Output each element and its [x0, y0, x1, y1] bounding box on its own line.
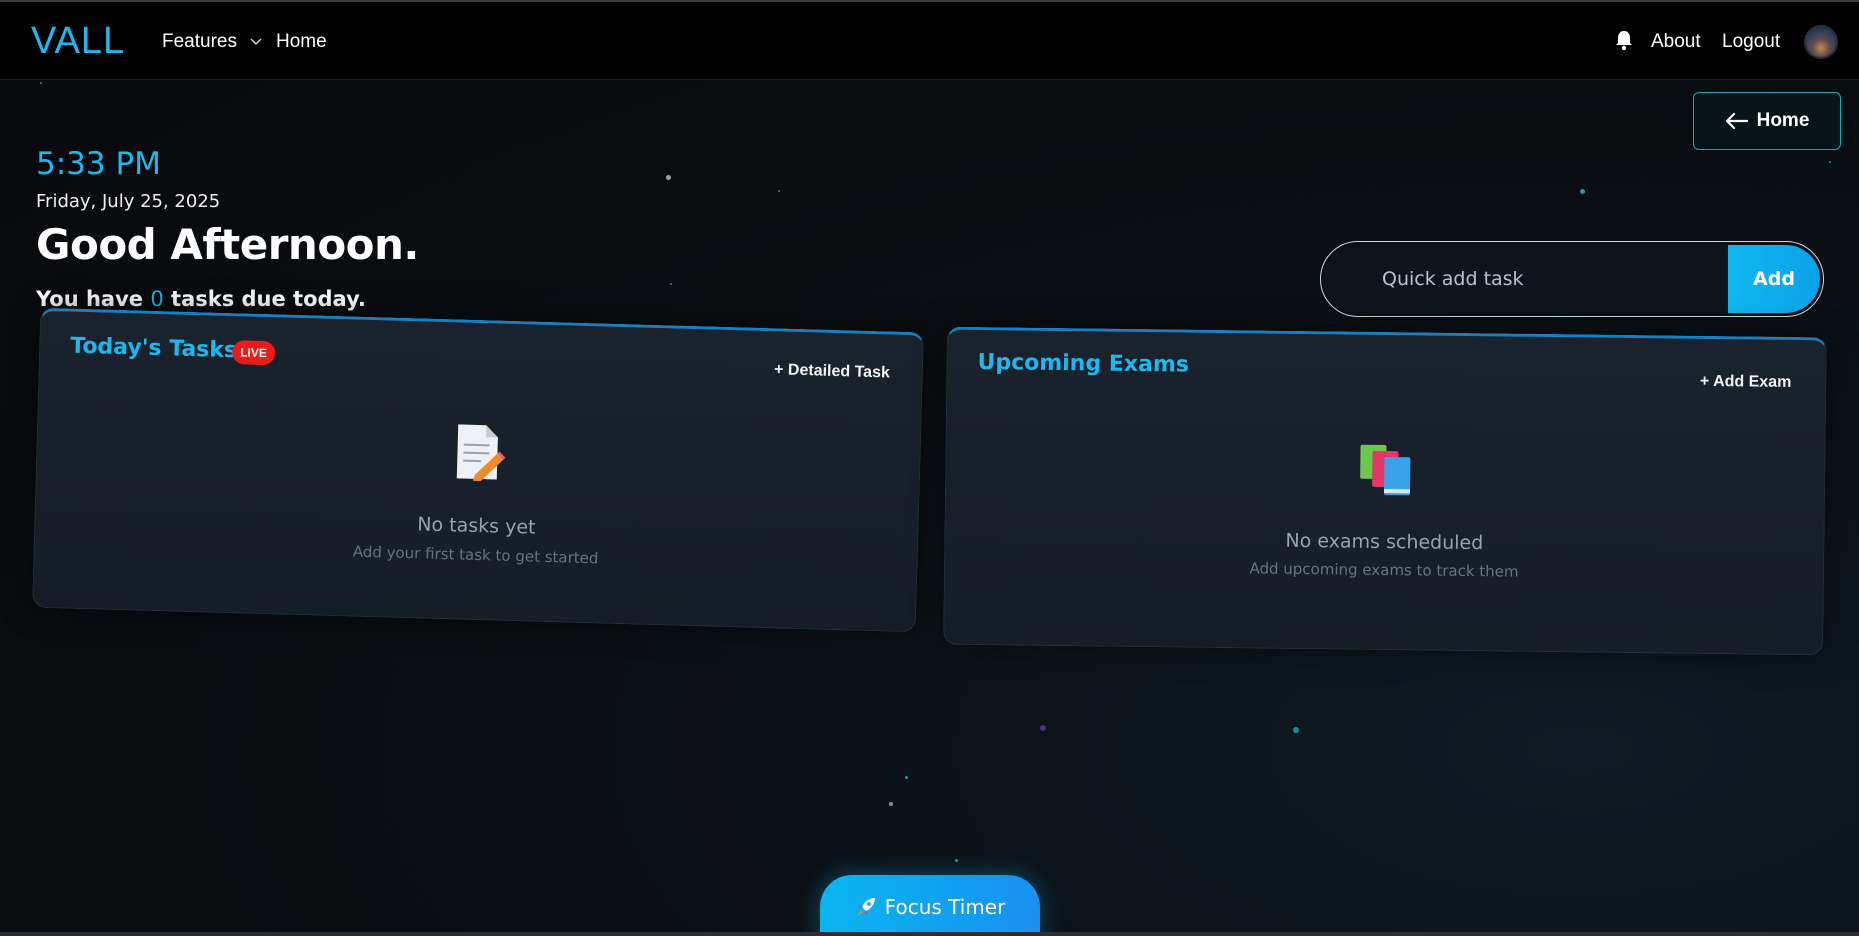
quick-add-button[interactable]: Add — [1728, 245, 1820, 313]
memo-icon — [456, 424, 506, 482]
particle — [1580, 189, 1585, 194]
back-home-button[interactable]: Home — [1693, 92, 1841, 150]
nav-about[interactable]: About — [1651, 31, 1701, 53]
window-bottom-border — [0, 932, 1859, 936]
due-suffix: tasks due today. — [171, 287, 366, 311]
current-time: 5:33 PM — [36, 146, 161, 182]
tasks-due-summary: You have 0 tasks due today. — [36, 287, 366, 311]
nav-home[interactable]: Home — [276, 31, 327, 53]
quick-add-input[interactable] — [1382, 245, 1712, 313]
tasks-card-title: Today's Tasks — [69, 333, 238, 364]
due-count: 0 — [150, 287, 164, 311]
particle — [40, 82, 42, 84]
upcoming-exams-card: Upcoming Exams + Add Exam No exams sched… — [943, 326, 1827, 656]
arrow-left-icon — [1725, 112, 1748, 130]
focus-timer-label: Focus Timer — [884, 895, 1006, 919]
no-exams-title: No exams scheduled — [1285, 529, 1484, 555]
live-badge: LIVE — [231, 340, 276, 366]
chevron-down-icon[interactable] — [250, 36, 262, 48]
navbar: VALL Features Home About Logout — [0, 2, 1859, 80]
particle — [666, 175, 671, 180]
current-date: Friday, July 25, 2025 — [36, 191, 221, 212]
books-icon — [1360, 444, 1411, 496]
exams-card-title: Upcoming Exams — [977, 350, 1190, 378]
app-logo[interactable]: VALL — [31, 20, 125, 63]
add-exam-button[interactable]: + Add Exam — [1700, 373, 1792, 392]
greeting-heading: Good Afternoon. — [36, 220, 419, 269]
particle — [1293, 727, 1299, 733]
focus-timer-button[interactable]: Focus Timer — [820, 875, 1040, 936]
avatar[interactable] — [1804, 25, 1838, 59]
particle — [905, 776, 908, 779]
particle — [1829, 161, 1831, 163]
nav-logout[interactable]: Logout — [1722, 31, 1780, 53]
back-home-label: Home — [1756, 110, 1810, 131]
nav-features[interactable]: Features — [162, 31, 237, 53]
no-exams-subtitle: Add upcoming exams to track them — [1249, 559, 1519, 581]
particle — [1040, 725, 1046, 731]
bell-icon[interactable] — [1614, 29, 1634, 51]
particle — [778, 190, 780, 192]
quick-add-form: Add — [1320, 241, 1824, 317]
detailed-task-button[interactable]: + Detailed Task — [774, 361, 890, 382]
rocket-icon — [856, 898, 875, 916]
quick-add-inner: Add — [1324, 245, 1820, 313]
particle — [670, 283, 672, 285]
particle — [955, 859, 958, 862]
todays-tasks-card: Today's Tasks LIVE + Detailed Task No ta… — [31, 307, 925, 633]
particle — [889, 802, 893, 806]
